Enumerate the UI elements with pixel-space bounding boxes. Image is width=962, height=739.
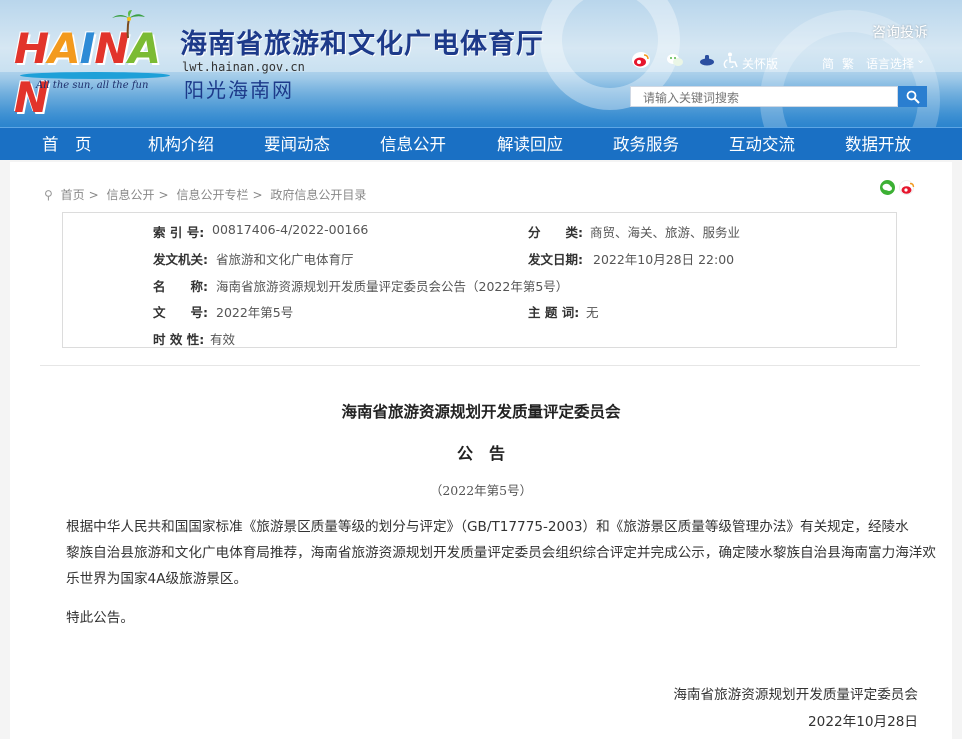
breadcrumb-home[interactable]: 首页 bbox=[61, 188, 85, 202]
search-button[interactable] bbox=[898, 86, 927, 107]
category-label: 分 类: bbox=[528, 225, 583, 240]
app-icon[interactable] bbox=[698, 52, 716, 68]
article-body-line: 根据中华人民共和国国家标准《旅游景区质量等级的划分与评定》（GB/T17775-… bbox=[66, 519, 909, 535]
wechat-icon[interactable] bbox=[666, 52, 684, 68]
nav-item-interpretation[interactable]: 解读回应 bbox=[497, 128, 563, 161]
issuer-label: 发文机关: bbox=[153, 252, 208, 267]
issue-date-value: 2022年10月28日 22:00 bbox=[593, 252, 735, 267]
issuer-value: 省旅游和文化广电体育厅 bbox=[216, 252, 354, 267]
content-divider bbox=[40, 365, 920, 366]
breadcrumb-info-disclosure[interactable]: 信息公开 bbox=[107, 188, 155, 202]
nav-item-info-disclosure[interactable]: 信息公开 bbox=[380, 128, 446, 161]
wechat-share-icon[interactable] bbox=[880, 180, 895, 195]
breadcrumb-separator: > bbox=[158, 188, 169, 202]
logo-wave bbox=[20, 72, 170, 79]
article-closing: 特此公告。 bbox=[66, 610, 134, 626]
nav-item-open-data[interactable]: 数据开放 bbox=[845, 128, 911, 161]
validity-value: 有效 bbox=[210, 332, 236, 347]
search-box bbox=[630, 86, 898, 108]
breadcrumb-separator: > bbox=[252, 188, 263, 202]
location-pin-icon: ⚲ bbox=[44, 188, 53, 202]
simplified-chinese-link[interactable]: 简 bbox=[822, 55, 834, 72]
breadcrumb: ⚲ 首页 > 信息公开 > 信息公开专栏 > 政府信息公开目录 bbox=[44, 186, 370, 203]
article-body: 根据中华人民共和国国家标准《旅游景区质量等级的划分与评定》（GB/T17775-… bbox=[66, 514, 936, 592]
accessibility-icon[interactable] bbox=[722, 52, 740, 70]
index-number-value: 00817406-4/2022-00166 bbox=[212, 222, 369, 237]
article-doc-number: （2022年第5号） bbox=[429, 483, 533, 498]
site-subtitle: 阳光海南网 bbox=[184, 78, 294, 102]
weibo-icon[interactable] bbox=[632, 52, 650, 68]
nav-item-home[interactable]: 首 页 bbox=[42, 128, 92, 161]
header-tools: 关怀版 简 繁 语言选择 ⌄ bbox=[630, 52, 930, 74]
document-number-value: 2022年第5号 bbox=[216, 305, 294, 320]
logo-slogan: All the sun, all the fun bbox=[36, 80, 149, 91]
breadcrumb-separator: > bbox=[88, 188, 99, 202]
subject-words-label: 主 题 词: bbox=[528, 305, 580, 320]
chevron-down-icon[interactable]: ⌄ bbox=[916, 53, 925, 66]
document-number-label: 文 号: bbox=[153, 305, 208, 320]
category-value: 商贸、海关、旅游、服务业 bbox=[590, 225, 741, 240]
search-icon bbox=[906, 90, 920, 104]
signature-date: 2022年10月28日 bbox=[808, 714, 918, 730]
document-name-label: 名 称: bbox=[153, 279, 208, 294]
article-body-line: 乐世界为国家4A级旅游景区。 bbox=[66, 571, 248, 587]
nav-item-gov-services[interactable]: 政务服务 bbox=[613, 128, 679, 161]
index-number-label: 索 引 号: bbox=[153, 225, 205, 240]
nav-item-news[interactable]: 要闻动态 bbox=[264, 128, 330, 161]
breadcrumb-catalog[interactable]: 政府信息公开目录 bbox=[270, 188, 366, 202]
article-org-title: 海南省旅游资源规划开发质量评定委员会 bbox=[341, 403, 621, 421]
document-name-value: 海南省旅游资源规划开发质量评定委员会公告（2022年第5号） bbox=[216, 279, 569, 294]
subject-words-value: 无 bbox=[586, 305, 599, 320]
traditional-chinese-link[interactable]: 繁 bbox=[842, 55, 854, 72]
site-url: lwt.hainan.gov.cn bbox=[182, 60, 305, 74]
nav-item-interaction[interactable]: 互动交流 bbox=[729, 128, 795, 161]
complaint-link[interactable]: 咨询投诉 bbox=[872, 22, 928, 42]
main-nav: 首 页 机构介绍 要闻动态 信息公开 解读回应 政务服务 互动交流 数据开放 bbox=[0, 127, 962, 160]
site-title[interactable]: 海南省旅游和文化广电体育厅 bbox=[180, 22, 544, 61]
nav-item-organization[interactable]: 机构介绍 bbox=[148, 128, 214, 161]
search-input[interactable] bbox=[631, 88, 897, 108]
accessibility-mode-link[interactable]: 关怀版 bbox=[742, 55, 778, 72]
article-announce-title: 公 告 bbox=[456, 444, 505, 463]
breadcrumb-info-column[interactable]: 信息公开专栏 bbox=[176, 188, 248, 202]
article-body-line: 黎族自治县旅游和文化广电体育局推荐，海南省旅游资源规划开发质量评定委员会组织综合… bbox=[66, 545, 936, 561]
signature-organization: 海南省旅游资源规划开发质量评定委员会 bbox=[673, 687, 918, 703]
issue-date-label: 发文日期: bbox=[528, 252, 583, 267]
palm-tree-icon bbox=[112, 10, 145, 39]
site-header: HAINAN All the sun, all the fun 海南省旅游和文化… bbox=[0, 0, 962, 127]
language-select[interactable]: 语言选择 bbox=[866, 55, 914, 72]
weibo-share-icon[interactable] bbox=[899, 180, 915, 195]
hainan-logo[interactable]: HAINAN All the sun, all the fun bbox=[14, 10, 174, 122]
validity-label: 时 效 性: bbox=[153, 332, 205, 347]
